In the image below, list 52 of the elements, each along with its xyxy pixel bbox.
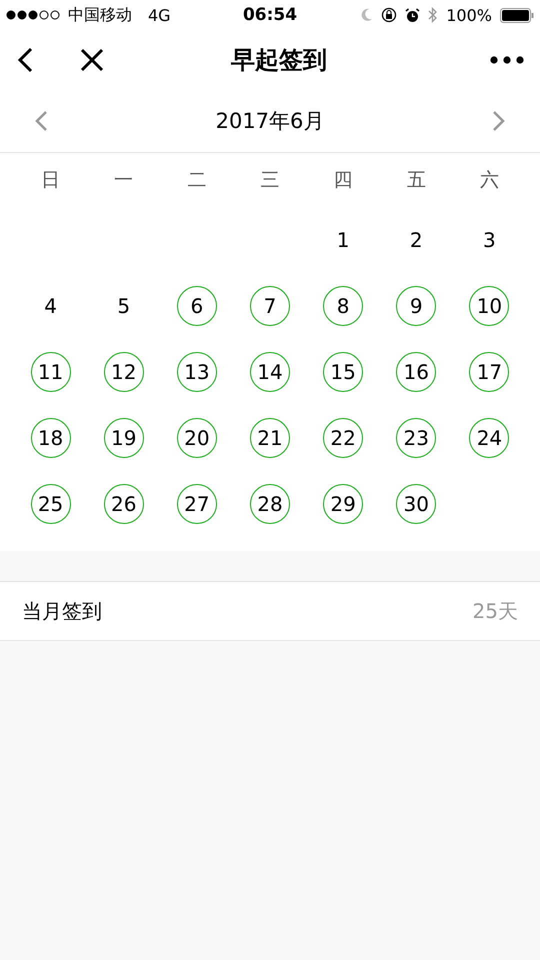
checked-day[interactable]: 11 [30, 352, 71, 392]
checked-day[interactable]: 10 [469, 286, 510, 326]
calendar-day[interactable]: 3 [469, 220, 510, 260]
checked-day[interactable]: 30 [396, 484, 436, 524]
checked-day[interactable]: 16 [396, 352, 436, 392]
chevron-right-icon[interactable] [492, 110, 506, 132]
checked-day[interactable]: 24 [469, 418, 510, 458]
checked-day[interactable]: 7 [250, 286, 290, 326]
calendar-day[interactable]: 5 [104, 286, 144, 326]
checked-day[interactable]: 12 [104, 352, 144, 392]
checked-day[interactable]: 29 [323, 484, 364, 524]
checked-day[interactable]: 25 [30, 484, 71, 524]
clock-time: 06:54 [242, 5, 298, 25]
calendar-day[interactable]: 2 [396, 220, 436, 260]
rotation-lock-icon [381, 7, 398, 23]
network-type: 4G [148, 6, 171, 24]
checked-day[interactable]: 26 [104, 484, 144, 524]
battery-percent: 100% [446, 6, 492, 24]
carrier-name: 中国移动 [68, 4, 132, 26]
signal-icon [6, 10, 62, 20]
checked-day[interactable]: 13 [176, 352, 217, 392]
alarm-icon [405, 8, 420, 22]
checked-day[interactable]: 18 [30, 418, 71, 458]
page-title: 早起签到 [230, 45, 328, 76]
calendar-day[interactable]: 4 [30, 286, 71, 326]
checked-day[interactable]: 14 [250, 352, 290, 392]
checked-day[interactable]: 19 [104, 418, 144, 458]
checked-day[interactable]: 9 [396, 286, 436, 326]
weekday-label: 五 [406, 168, 427, 193]
weekday-label: 六 [478, 168, 500, 193]
checked-day[interactable]: 8 [323, 286, 364, 326]
battery-icon [500, 8, 534, 22]
weekday-label: 一 [113, 168, 134, 193]
weekday-label: 日 [40, 168, 62, 193]
checked-day[interactable]: 20 [176, 418, 217, 458]
month-label: 2017年6月 [216, 108, 324, 135]
checked-day[interactable]: 21 [250, 418, 290, 458]
weekday-label: 三 [259, 168, 280, 193]
checked-day[interactable]: 17 [469, 352, 510, 392]
bluetooth-icon [428, 7, 438, 23]
checked-day[interactable]: 23 [396, 418, 436, 458]
checked-day[interactable]: 22 [323, 418, 364, 458]
weekday-label: 二 [186, 168, 208, 193]
moon-icon [360, 8, 374, 22]
summary-value: 25天 [472, 598, 518, 624]
checked-day[interactable]: 15 [323, 352, 364, 392]
checked-day[interactable]: 6 [176, 286, 217, 326]
calendar-day[interactable]: 1 [323, 220, 364, 260]
weekday-label: 四 [332, 168, 354, 193]
checked-day[interactable]: 28 [250, 484, 290, 524]
checked-day[interactable]: 27 [176, 484, 217, 524]
summary-label: 当月签到 [22, 598, 102, 624]
